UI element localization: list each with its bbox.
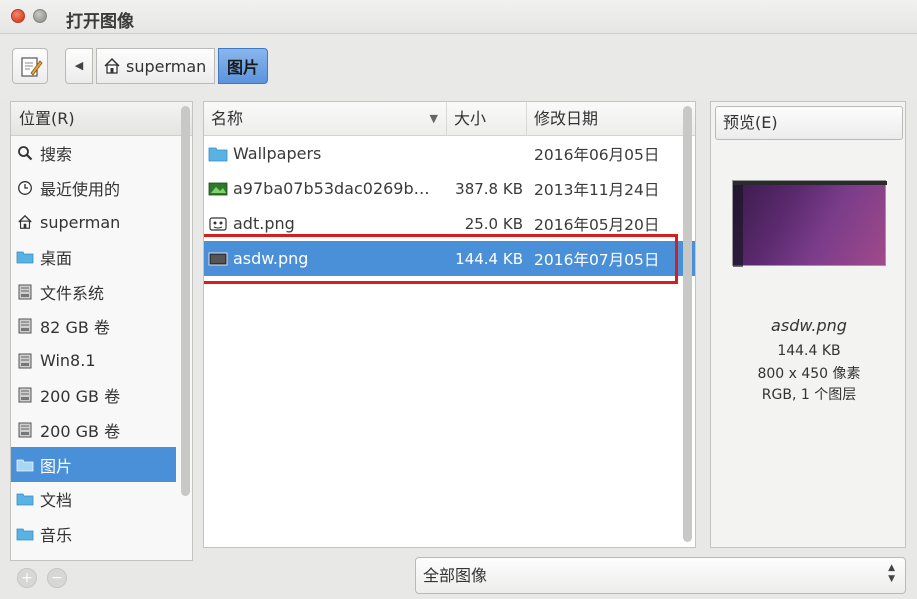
path-button-home[interactable]: superman xyxy=(96,48,215,84)
column-label: 修改日期 xyxy=(534,109,599,128)
path-button-label: 图片 xyxy=(226,58,259,77)
home-icon xyxy=(16,213,34,231)
preview-file-name: asdw.png xyxy=(771,316,847,335)
path-button-label: superman xyxy=(126,56,207,76)
sidebar-item-label: 200 GB 卷 xyxy=(40,387,121,407)
recent-icon xyxy=(16,179,34,197)
file-modified: 2016年07月05日 xyxy=(534,250,660,269)
title-bar: 打开图像 xyxy=(0,0,917,34)
window-title: 打开图像 xyxy=(66,12,134,32)
image-icon xyxy=(208,250,228,268)
file-modified: 2013年11月24日 xyxy=(534,180,660,199)
sidebar-item-label: superman xyxy=(40,212,121,232)
sidebar-item-label: 桌面 xyxy=(40,249,73,269)
file-list: 名称 ▼ 大小 修改日期 Wallpapers 2016年06月05日 a97b… xyxy=(203,101,696,548)
search-icon xyxy=(16,144,34,162)
places-sidebar: 位置(R) 搜索 最近使用的 superman 桌面 文件系统 82 GB 卷 xyxy=(10,101,193,561)
table-row[interactable]: asdw.png 144.4 KB 2016年07月05日 xyxy=(204,241,695,276)
column-header-name[interactable]: 名称 ▼ xyxy=(204,102,447,136)
table-row[interactable]: adt.png 25.0 KB 2016年05月20日 xyxy=(204,206,695,241)
combo-arrows-icon: ▲ ▼ xyxy=(888,563,895,584)
column-header-size[interactable]: 大小 xyxy=(447,102,527,136)
home-icon xyxy=(104,57,120,74)
file-size: 144.4 KB xyxy=(455,249,523,268)
file-list-header: 名称 ▼ 大小 修改日期 xyxy=(204,102,695,136)
sidebar-item-label: 200 GB 卷 xyxy=(40,422,121,442)
image-icon xyxy=(208,180,228,198)
sidebar-item-label: 文件系统 xyxy=(40,283,105,303)
sidebar-item-label: 搜索 xyxy=(40,145,73,165)
sidebar-item-home[interactable]: superman xyxy=(11,205,176,240)
minimize-window-button[interactable] xyxy=(33,9,47,23)
path-back-button[interactable]: ◀ xyxy=(65,48,93,84)
file-name: a97ba07b53dac0269b… xyxy=(233,179,430,198)
chevron-left-icon: ◀ xyxy=(74,59,84,72)
file-name: adt.png xyxy=(233,214,295,233)
file-modified: 2016年05月20日 xyxy=(534,215,660,234)
sidebar-item-filesystem[interactable]: 文件系统 xyxy=(11,274,176,309)
remove-bookmark-button[interactable]: − xyxy=(47,568,67,588)
file-name: Wallpapers xyxy=(233,144,322,163)
path-bar: ◀ superman 图片 xyxy=(0,34,917,98)
file-size: 25.0 KB xyxy=(464,214,523,233)
places-scrollbar[interactable] xyxy=(181,106,190,496)
file-name: asdw.png xyxy=(233,249,309,268)
drive-icon xyxy=(16,352,34,370)
sidebar-item-recent[interactable]: 最近使用的 xyxy=(11,171,176,206)
plus-icon: + xyxy=(21,570,33,586)
sidebar-item-volume-82gb[interactable]: 82 GB 卷 xyxy=(11,309,176,344)
folder-icon xyxy=(16,490,34,508)
folder-icon xyxy=(16,525,34,543)
thumbnail-launcher xyxy=(733,185,743,267)
preview-toggle-button[interactable]: 预览(E) xyxy=(715,106,903,140)
table-row[interactable]: a97ba07b53dac0269b… 387.8 KB 2013年11月24日 xyxy=(204,171,695,206)
drive-icon xyxy=(16,317,34,335)
type-location-button[interactable] xyxy=(12,48,48,84)
file-list-scrollbar[interactable] xyxy=(683,106,692,542)
preview-thumbnail xyxy=(732,180,887,267)
sidebar-item-label: 82 GB 卷 xyxy=(40,318,110,338)
column-label: 名称 xyxy=(211,109,244,128)
sidebar-item-music[interactable]: 音乐 xyxy=(11,517,176,552)
places-header: 位置(R) xyxy=(11,102,192,136)
sidebar-tools: + − xyxy=(17,567,77,588)
file-type-filter[interactable]: 全部图像 ▲ ▼ xyxy=(415,557,906,594)
column-label: 大小 xyxy=(454,109,487,128)
folder-icon xyxy=(208,145,228,163)
sidebar-item-label: Win8.1 xyxy=(40,351,96,371)
sidebar-item-volume-200gb-2[interactable]: 200 GB 卷 xyxy=(11,413,176,448)
close-window-button[interactable] xyxy=(11,9,25,23)
sidebar-item-win81[interactable]: Win8.1 xyxy=(11,344,176,379)
drive-icon xyxy=(16,421,34,439)
sidebar-item-label: 音乐 xyxy=(40,525,73,545)
add-bookmark-button[interactable]: + xyxy=(17,568,37,588)
preview-dimensions: 800 x 450 像素 xyxy=(757,366,861,382)
minus-icon: − xyxy=(51,570,63,586)
column-header-modified[interactable]: 修改日期 xyxy=(527,102,677,136)
image-icon xyxy=(208,215,228,233)
preview-color-info: RGB, 1 个图层 xyxy=(761,387,857,403)
sidebar-item-pictures[interactable]: 图片 xyxy=(11,447,176,482)
filter-selected-label: 全部图像 xyxy=(423,566,488,585)
preview-pane: 预览(E) asdw.png 144.4 KB 800 x 450 像素 RGB… xyxy=(710,101,906,548)
folder-icon xyxy=(16,248,34,266)
preview-file-size: 144.4 KB xyxy=(777,343,841,359)
sidebar-item-label: 最近使用的 xyxy=(40,179,121,199)
table-row[interactable]: Wallpapers 2016年06月05日 xyxy=(204,136,695,171)
drive-icon xyxy=(16,386,34,404)
sidebar-item-label: 图片 xyxy=(40,456,73,476)
sidebar-item-volume-200gb[interactable]: 200 GB 卷 xyxy=(11,378,176,413)
sidebar-item-search[interactable]: 搜索 xyxy=(11,136,176,171)
edit-icon xyxy=(21,57,43,77)
path-button-pictures[interactable]: 图片 xyxy=(218,48,268,84)
folder-icon xyxy=(16,456,34,474)
sidebar-item-documents[interactable]: 文档 xyxy=(11,482,176,517)
sidebar-item-label: 文档 xyxy=(40,491,73,511)
file-size: 387.8 KB xyxy=(455,179,523,198)
drive-icon xyxy=(16,283,34,301)
sort-descending-icon: ▼ xyxy=(429,112,438,125)
file-modified: 2016年06月05日 xyxy=(534,145,660,164)
thumbnail-top-panel xyxy=(733,181,887,185)
sidebar-item-desktop[interactable]: 桌面 xyxy=(11,240,176,275)
